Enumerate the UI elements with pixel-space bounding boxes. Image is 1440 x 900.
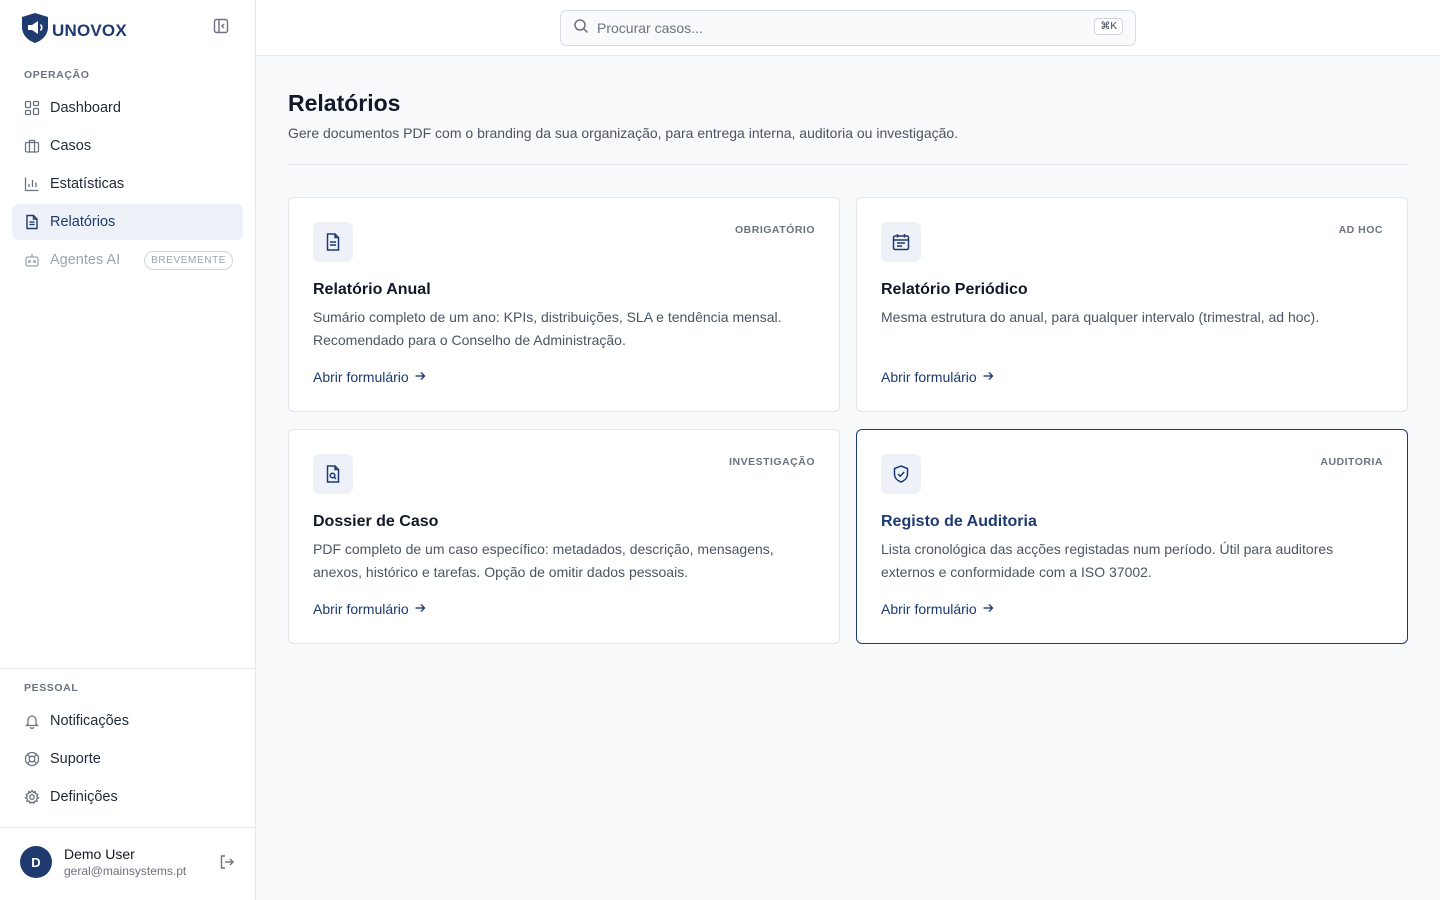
user-profile[interactable]: D Demo User geral@mainsystems.pt — [20, 846, 186, 878]
sidebar-item-casos[interactable]: Casos — [12, 128, 243, 164]
logo[interactable]: UNOVOX — [20, 12, 127, 49]
coming-soon-badge: BREVEMENTE — [144, 250, 234, 270]
sidebar-divider — [0, 827, 256, 828]
card-description: Lista cronológica das acções registadas … — [881, 541, 1334, 580]
keyboard-shortcut-hint: ⌘K — [1094, 18, 1123, 35]
arrow-right-icon — [414, 369, 426, 385]
sidebar: UNOVOX OPERAÇÃO Dashboard Casos Estatíst… — [0, 0, 256, 900]
file-search-icon — [313, 454, 353, 494]
grid-icon — [24, 100, 40, 116]
briefcase-icon — [24, 138, 40, 154]
report-card-periodic[interactable]: AD HOC Relatório Periódico Mesma estrutu… — [856, 197, 1408, 412]
logo-text: UNOVOX — [52, 20, 127, 40]
life-buoy-icon — [24, 751, 40, 767]
link-label: Abrir formulário — [313, 369, 409, 385]
report-card-audit-log[interactable]: AUDITORIA Registo de Auditoria Lista cro… — [856, 429, 1408, 644]
card-tag: AD HOC — [1338, 224, 1383, 236]
open-form-link[interactable]: Abrir formulário — [313, 601, 426, 617]
sidebar-item-definicoes[interactable]: Definições — [12, 779, 243, 815]
sidebar-item-notificacoes[interactable]: Notificações — [12, 703, 243, 739]
page-title: Relatórios — [288, 90, 401, 116]
search-input[interactable] — [597, 20, 1077, 36]
sidebar-item-label: Suporte — [50, 751, 101, 767]
file-text-icon — [24, 214, 40, 230]
topbar: ⌘K — [256, 0, 1440, 56]
sidebar-item-label: Relatórios — [50, 214, 116, 230]
file-text-icon — [313, 222, 353, 262]
card-tag: INVESTIGAÇÃO — [729, 456, 815, 468]
report-card-case-dossier[interactable]: INVESTIGAÇÃO Dossier de Caso PDF complet… — [288, 429, 840, 644]
open-form-link[interactable]: Abrir formulário — [313, 369, 426, 385]
card-tag: OBRIGATÓRIO — [735, 224, 815, 236]
card-title: Relatório Anual — [313, 281, 431, 298]
bell-icon — [24, 713, 40, 729]
sidebar-item-relatorios[interactable]: Relatórios — [12, 204, 243, 240]
sidebar-item-agentes-ai: Agentes AI BREVEMENTE — [12, 242, 243, 278]
bar-chart-icon — [24, 176, 40, 192]
user-name: Demo User — [64, 846, 135, 862]
page-divider — [288, 164, 1408, 165]
card-tag: AUDITORIA — [1320, 456, 1383, 468]
bot-icon — [24, 252, 40, 268]
card-description: Mesma estrutura do anual, para qualquer … — [881, 309, 1320, 325]
page-subtitle: Gere documentos PDF com o branding da su… — [288, 125, 959, 141]
sidebar-collapse-icon — [213, 18, 229, 39]
card-title: Registo de Auditoria — [881, 513, 1037, 530]
collapse-sidebar-button[interactable] — [211, 18, 231, 38]
gear-icon — [24, 789, 40, 805]
link-label: Abrir formulário — [881, 369, 977, 385]
user-email: geral@mainsystems.pt — [64, 864, 187, 878]
search-bar[interactable]: ⌘K — [560, 10, 1136, 46]
report-card-annual[interactable]: OBRIGATÓRIO Relatório Anual Sumário comp… — [288, 197, 840, 412]
sidebar-item-label: Estatísticas — [50, 176, 125, 192]
link-label: Abrir formulário — [881, 601, 977, 617]
sidebar-item-label: Notificações — [50, 713, 129, 729]
arrow-right-icon — [982, 601, 994, 617]
link-label: Abrir formulário — [313, 601, 409, 617]
section-label-personal: PESSOAL — [24, 682, 79, 694]
logout-button[interactable] — [218, 854, 236, 875]
arrow-right-icon — [414, 601, 426, 617]
calendar-icon — [881, 222, 921, 262]
logout-icon — [219, 854, 235, 875]
sidebar-item-suporte[interactable]: Suporte — [12, 741, 243, 777]
card-title: Relatório Periódico — [881, 281, 1028, 298]
sidebar-item-dashboard[interactable]: Dashboard — [12, 90, 243, 126]
sidebar-item-label: Agentes AI — [50, 252, 121, 268]
open-form-link[interactable]: Abrir formulário — [881, 369, 994, 385]
sidebar-item-label: Casos — [50, 138, 92, 154]
sidebar-item-estatisticas[interactable]: Estatísticas — [12, 166, 243, 202]
sidebar-item-label: Dashboard — [50, 100, 121, 116]
search-icon — [573, 18, 589, 39]
card-title: Dossier de Caso — [313, 513, 439, 530]
shield-check-icon — [881, 454, 921, 494]
section-label-operation: OPERAÇÃO — [24, 69, 90, 81]
shield-logo-icon — [20, 12, 50, 49]
card-description: PDF completo de um caso específico: meta… — [313, 541, 774, 580]
arrow-right-icon — [982, 369, 994, 385]
sidebar-divider — [0, 668, 256, 669]
avatar: D — [20, 846, 52, 878]
card-description: Sumário completo de um ano: KPIs, distri… — [313, 309, 782, 348]
sidebar-item-label: Definições — [50, 789, 118, 805]
open-form-link[interactable]: Abrir formulário — [881, 601, 994, 617]
